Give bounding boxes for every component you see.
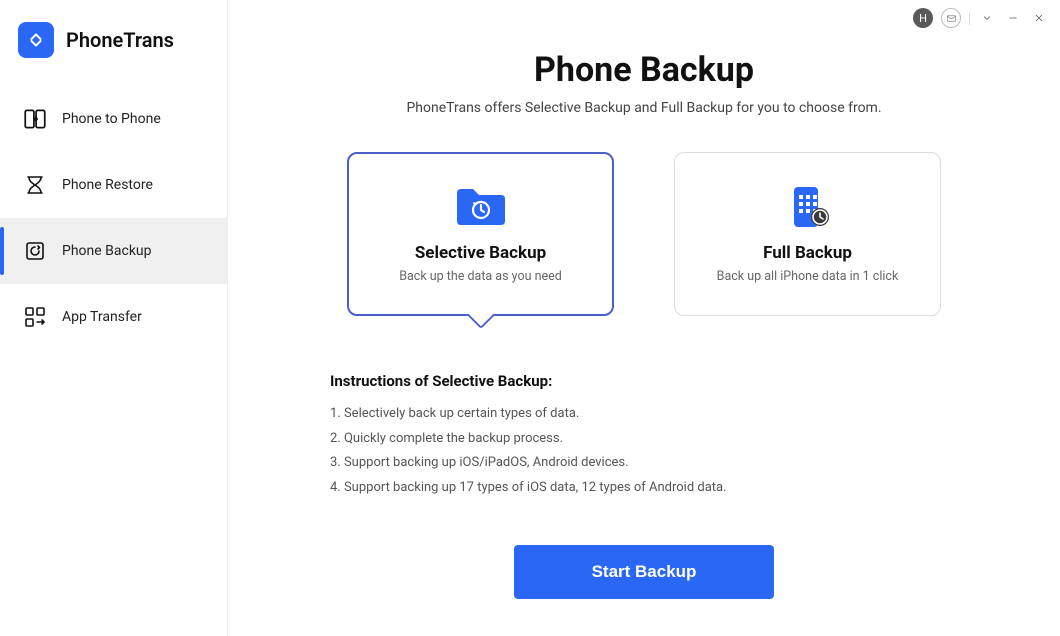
instruction-item: 2. Quickly complete the backup process. — [330, 427, 1020, 452]
page-subtitle: PhoneTrans offers Selective Backup and F… — [268, 100, 1020, 116]
card-title: Full Backup — [763, 243, 852, 263]
sidebar-item-label: App Transfer — [62, 309, 142, 325]
start-backup-button[interactable]: Start Backup — [514, 545, 774, 599]
close-button[interactable] — [1030, 9, 1048, 27]
sidebar-item-label: Phone Restore — [62, 177, 153, 193]
app-logo-row: PhoneTrans — [0, 22, 227, 58]
instruction-item: 4. Support backing up 17 types of iOS da… — [330, 476, 1020, 501]
card-title: Selective Backup — [415, 243, 546, 263]
sidebar-item-app-transfer[interactable]: App Transfer — [0, 284, 227, 350]
chevron-down-icon[interactable] — [978, 9, 996, 27]
instructions-section: Instructions of Selective Backup: 1. Sel… — [330, 372, 1020, 501]
sidebar-nav: Phone to Phone Phone Restore Phone Backu… — [0, 86, 227, 350]
window-titlebar: H — [913, 8, 1048, 28]
sidebar-item-label: Phone Backup — [62, 243, 152, 259]
sidebar-item-phone-restore[interactable]: Phone Restore — [0, 152, 227, 218]
full-backup-card[interactable]: Full Backup Back up all iPhone data in 1… — [674, 152, 941, 316]
page-title: Phone Backup — [268, 50, 1020, 90]
phone-to-phone-icon — [22, 106, 48, 132]
instruction-item: 1. Selectively back up certain types of … — [330, 402, 1020, 427]
app-logo-icon — [18, 22, 54, 58]
sidebar-item-phone-to-phone[interactable]: Phone to Phone — [0, 86, 227, 152]
instructions-title: Instructions of Selective Backup: — [330, 372, 1020, 390]
instruction-item: 3. Support backing up iOS/iPadOS, Androi… — [330, 451, 1020, 476]
folder-history-icon — [453, 185, 509, 229]
app-title: PhoneTrans — [66, 28, 174, 52]
phone-clock-icon — [780, 185, 836, 229]
sidebar: PhoneTrans Phone to Phone Phone Restore — [0, 0, 228, 636]
mail-icon[interactable] — [941, 8, 961, 28]
card-desc: Back up all iPhone data in 1 click — [717, 269, 899, 284]
instructions-list: 1. Selectively back up certain types of … — [330, 402, 1020, 501]
user-avatar[interactable]: H — [913, 8, 933, 28]
minimize-button[interactable] — [1004, 9, 1022, 27]
main-content: H Phone Backup PhoneTrans offers Selecti… — [228, 0, 1060, 636]
selective-backup-card[interactable]: Selective Backup Back up the data as you… — [347, 152, 614, 316]
card-desc: Back up the data as you need — [399, 269, 562, 284]
phone-restore-icon — [22, 172, 48, 198]
app-transfer-icon — [22, 304, 48, 330]
sidebar-item-label: Phone to Phone — [62, 111, 161, 127]
backup-cards: Selective Backup Back up the data as you… — [268, 152, 1020, 316]
phone-backup-icon — [22, 238, 48, 264]
titlebar-separator — [969, 11, 970, 25]
sidebar-item-phone-backup[interactable]: Phone Backup — [0, 218, 227, 284]
